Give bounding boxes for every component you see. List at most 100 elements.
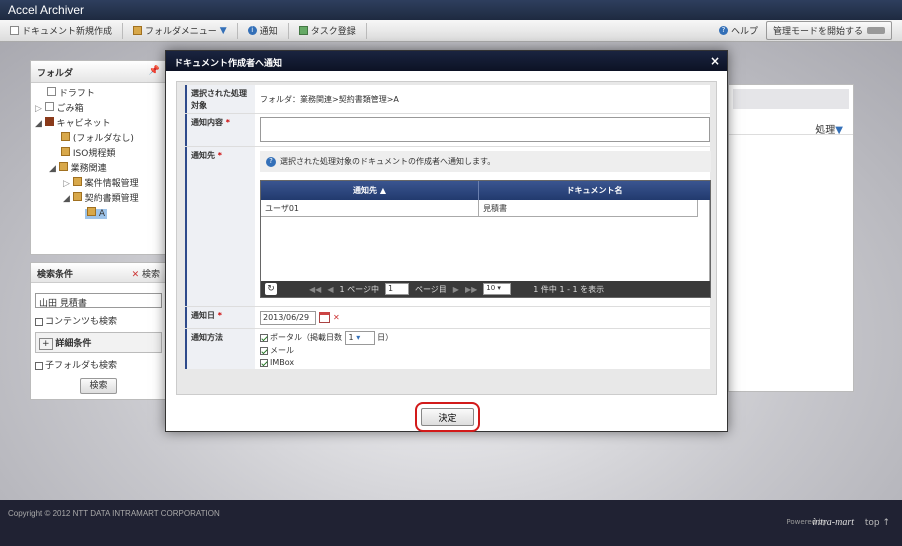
method-row: 通知方法 ポータル（掲載日数 1 ▾ 日） メール IMBox [185,329,710,369]
help-button[interactable]: ? ヘルプ [718,24,758,37]
folder-panel-title: フォルダ 📌 [31,61,166,83]
content-search-checkbox[interactable]: コンテンツも検索 [31,311,166,330]
tree-item-contract[interactable]: ◢ 契約書類管理 [35,192,166,207]
search-panel-title: 検索条件 ✕ 検索 [31,263,166,283]
toggle-icon [867,27,885,34]
table-row[interactable]: ユーザ01 見積書 [261,200,698,217]
close-icon[interactable]: × [710,54,720,68]
col-document[interactable]: ドキュメント名 [479,181,710,200]
tree-item-a[interactable]: A [35,207,166,222]
target-value: フォルダ：業務関連>契約書類管理>A [260,95,399,104]
target-row: 選択された処理対象 フォルダ：業務関連>契約書類管理>A [185,85,710,114]
copyright: Copyright © 2012 NTT DATA INTRAMART CORP… [8,509,220,518]
notify-button[interactable]: i 通知 [247,22,289,39]
plus-icon: + [39,338,53,350]
tree-item-project[interactable]: ▷ 案件情報管理 [35,177,166,192]
collapse-icon[interactable]: ◢ [49,164,56,174]
dialog-title: ドキュメント作成者へ通知 × [166,51,727,71]
draft-icon [47,87,56,96]
folder-panel: フォルダ 📌 ドラフト ▷ ごみ箱 ◢ キャビネット (フォルダなし) ISO規程… [30,60,167,255]
new-document-button[interactable]: ドキュメント新規作成 [10,22,124,39]
chevron-down-icon: ▼ [835,125,843,136]
tree-item-trash[interactable]: ▷ ごみ箱 [35,102,166,117]
tree-item-no-folder[interactable]: (フォルダなし) [35,132,166,147]
page-size-select[interactable]: 10 ▾ [483,283,512,295]
expand-icon[interactable]: ▷ [63,179,70,189]
tree-item-iso[interactable]: ISO規程類 [35,147,166,162]
tree-item-cabinet[interactable]: ◢ キャビネット [35,117,166,132]
task-register-button[interactable]: タスク登録 [298,22,367,39]
pager-summary: 1 件中 1 - 1 を表示 [533,284,605,294]
clear-date-icon[interactable]: ✕ [333,313,340,322]
portal-days-select[interactable]: 1 ▾ [344,331,375,345]
method-label: 通知方法 [185,329,255,369]
submit-highlight: 決定 [415,402,480,432]
keyword-input[interactable]: 山田 見積書 [35,293,162,309]
checkbox-icon [260,346,268,355]
mail-checkbox[interactable]: メール [260,345,705,357]
document-list-panel: 処理▼ [728,84,854,392]
task-icon [298,26,308,35]
folder-menu-button[interactable]: フォルダメニュー ▼ [133,22,238,39]
pin-icon[interactable]: 📌 [149,66,160,76]
refresh-icon[interactable]: ↻ [265,283,277,295]
tree-item-business[interactable]: ◢ 業務関連 [35,162,166,177]
checkbox-icon [35,361,43,370]
imbox-checkbox[interactable]: IMBox [260,357,705,369]
content-row: 通知内容 * [185,114,710,147]
grid-pager: ↻ ◀◀ ◀ 1 ページ中 1 ページ目 ▶ ▶▶ 10 ▾ 1 件中 1 - … [261,281,710,297]
collapse-icon[interactable]: ◢ [63,194,70,204]
prev-page-icon[interactable]: ◀ [327,285,333,294]
collapse-icon[interactable]: ◢ [35,119,42,129]
expand-icon[interactable]: ▷ [35,104,42,114]
last-page-icon[interactable]: ▶▶ [465,285,477,294]
date-input[interactable]: 2013/06/29 [260,310,316,325]
next-page-icon[interactable]: ▶ [453,285,459,294]
target-label: 選択された処理対象 [185,85,255,113]
intramart-logo: intra-mart [812,517,854,528]
folder-icon [61,147,70,156]
footer: Copyright © 2012 NTT DATA INTRAMART CORP… [0,500,902,546]
checkbox-icon [260,358,268,367]
page-suffix: ページ目 [414,284,447,294]
calendar-icon[interactable] [319,312,330,323]
trash-icon [44,102,54,111]
notify-dialog: ドキュメント作成者へ通知 × 選択された処理対象 フォルダ：業務関連>契約書類管理… [165,50,728,432]
tree-item-draft[interactable]: ドラフト [35,87,166,102]
folder-icon [87,207,96,216]
detail-conditions-toggle[interactable]: + 詳細条件 [35,332,162,353]
date-row: 通知日 * 2013/06/29 ✕ [185,307,710,329]
col-recipient[interactable]: 通知先 ▲ [261,181,479,200]
info-icon: i [247,26,257,35]
folder-tree: ドラフト ▷ ごみ箱 ◢ キャビネット (フォルダなし) ISO規程類 ◢ 業務… [31,83,166,222]
submit-button[interactable]: 決定 [421,408,474,426]
search-clear-link[interactable]: ✕ 検索 [132,267,160,280]
info-icon: ? [266,156,276,167]
chevron-down-icon: ▼ [219,25,227,36]
first-page-icon[interactable]: ◀◀ [309,285,321,294]
notify-form: 選択された処理対象 フォルダ：業務関連>契約書類管理>A 通知内容 * 通知先 … [185,85,711,369]
recipient-grid: 通知先 ▲ ドキュメント名 ユーザ01 見積書 ↻ ◀◀ ◀ 1 ページ中 1 … [260,180,711,298]
dialog-body: 選択された処理対象 フォルダ：業務関連>契約書類管理>A 通知内容 * 通知先 … [176,81,717,395]
top-link[interactable]: top ↑ [865,518,890,528]
recipient-row: 通知先 * ? 選択された処理対象のドキュメントの作成者へ通知します。 通知先 ▲… [185,147,711,307]
cabinet-icon [44,117,54,126]
clear-icon: ✕ [131,270,140,280]
help-icon: ? [718,26,728,35]
sort-icon: ▲ [379,186,386,195]
chevron-down-icon: ▾ [356,333,361,342]
subfolder-search-checkbox[interactable]: 子フォルダも検索 [31,355,166,374]
action-menu[interactable]: 処理▼ [729,115,853,136]
page-prefix: 1 ページ中 [339,284,379,294]
cell-recipient: ユーザ01 [261,200,479,216]
page-input[interactable]: 1 [384,283,409,295]
checkbox-icon [35,317,43,326]
notify-content-textarea[interactable] [260,117,710,142]
folder-icon [58,162,68,171]
hint-message: ? 選択された処理対象のドキュメントの作成者へ通知します。 [260,151,711,172]
search-button[interactable]: 検索 [80,378,117,394]
admin-mode-button[interactable]: 管理モードを開始する [765,21,892,40]
portal-checkbox[interactable]: ポータル（掲載日数 1 ▾ 日） [260,331,705,345]
folder-icon [61,132,70,141]
folder-icon [133,26,143,35]
